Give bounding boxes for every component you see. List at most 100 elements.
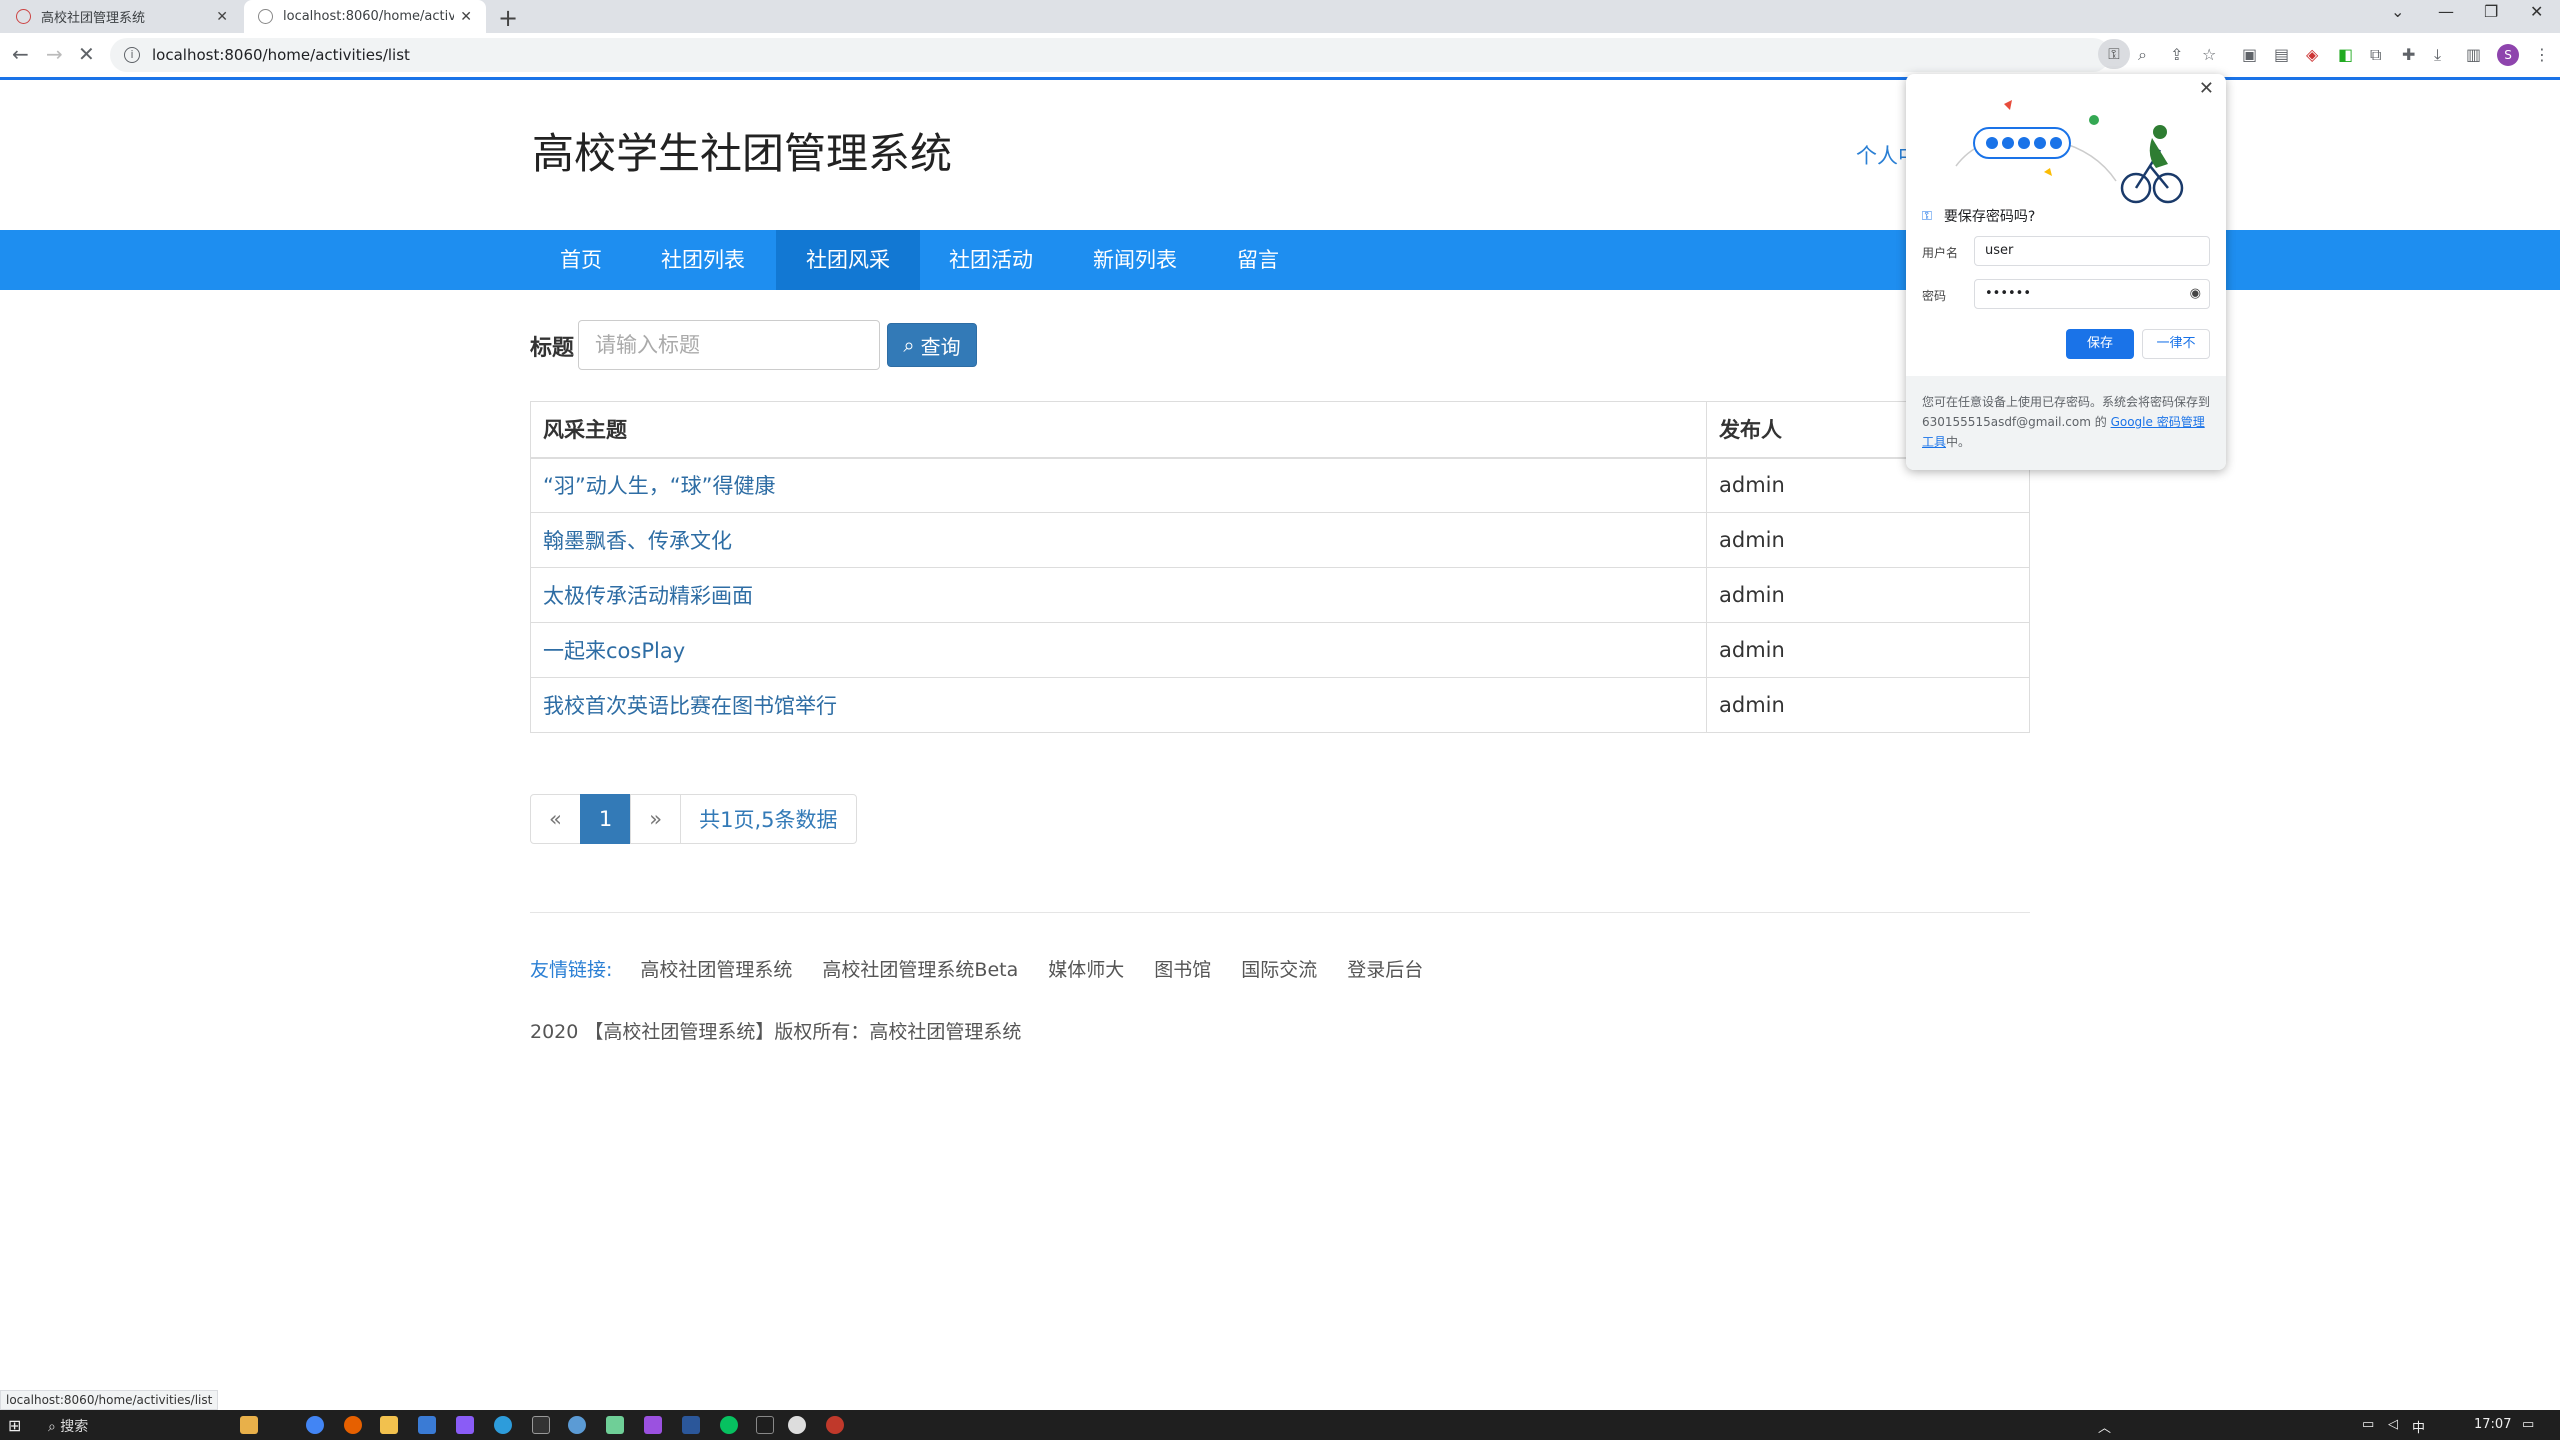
friend-link[interactable]: 国际交流: [1241, 955, 1317, 982]
address-bar[interactable]: i localhost:8060/home/activities/list: [110, 38, 2110, 72]
row-title-link[interactable]: 一起来cosPlay: [543, 639, 685, 663]
password-illustration: [1955, 100, 2184, 204]
row-title-link[interactable]: 翰墨飘香、传承文化: [543, 529, 732, 553]
copy-extension-icon[interactable]: ⧉: [2370, 45, 2381, 65]
app-icon[interactable]: [644, 1416, 662, 1434]
nav-item-club-list[interactable]: 社团列表: [640, 230, 766, 290]
row-author-cell: admin: [1706, 512, 2030, 568]
shield-extension-icon[interactable]: ◈: [2306, 45, 2318, 64]
site-info-icon[interactable]: i: [124, 47, 140, 63]
windows-start-icon[interactable]: ⊞: [8, 1416, 21, 1435]
nav-item-club-style[interactable]: 社团风采: [776, 230, 920, 290]
table-row: 一起来cosPlay admin: [530, 622, 2030, 678]
image-extension-icon[interactable]: ▤: [2274, 45, 2289, 64]
record-icon[interactable]: [826, 1416, 844, 1434]
prev-page-button[interactable]: «: [530, 794, 581, 844]
taskbar-search[interactable]: ⌕ 搜索: [48, 1416, 88, 1436]
window-close-icon[interactable]: ✕: [2530, 2, 2543, 21]
save-password-dialog: ✕ ⚿ 要保存密码吗? 用户名 user 密码 •••••• ◉ 保存 一律不 …: [1906, 74, 2226, 470]
tab-title: localhost:8060/home/activitie: [283, 9, 455, 24]
clock[interactable]: 17:07: [2474, 1417, 2511, 1432]
style-table: 风采主题 发布人 “羽”动人生，“球”得健康 admin 翰墨飘香、传承文化 a…: [530, 401, 2030, 733]
app-icon[interactable]: [494, 1416, 512, 1434]
new-tab-plus-icon[interactable]: +: [498, 4, 518, 32]
ide-icon[interactable]: [756, 1416, 774, 1434]
friend-link[interactable]: 高校社团管理系统Beta: [822, 955, 1018, 982]
friend-links-label: 友情链接:: [530, 959, 613, 981]
more-menu-icon[interactable]: ⋮: [2534, 45, 2550, 64]
side-panel-icon[interactable]: ▥: [2466, 45, 2481, 64]
taskbar-search-label: 搜索: [60, 1419, 89, 1435]
chat-icon[interactable]: [568, 1416, 586, 1434]
bookmark-star-icon[interactable]: ☆: [2202, 45, 2216, 64]
browser-tab-2[interactable]: localhost:8060/home/activitie ✕: [244, 0, 486, 33]
nav-item-home[interactable]: 首页: [540, 230, 622, 290]
friend-link[interactable]: 高校社团管理系统: [640, 955, 792, 982]
stop-loading-icon[interactable]: ✕: [78, 42, 95, 66]
row-title-cell: 翰墨飘香、传承文化: [530, 512, 1707, 568]
forward-arrow-icon[interactable]: →: [46, 42, 63, 66]
file-explorer-icon[interactable]: [380, 1416, 398, 1434]
search-button[interactable]: ⌕ 查询: [887, 323, 977, 367]
nav-item-messages[interactable]: 留言: [1216, 230, 1300, 290]
tray-chevron-icon[interactable]: ︿: [2098, 1417, 2111, 1436]
app-icon[interactable]: [788, 1416, 806, 1434]
ime-indicator[interactable]: 中: [2412, 1417, 2425, 1436]
screenshot-icon[interactable]: ▣: [2242, 45, 2257, 64]
row-title-cell: “羽”动人生，“球”得健康: [530, 457, 1707, 513]
nav-item-club-activities[interactable]: 社团活动: [928, 230, 1054, 290]
notification-icon[interactable]: ▭: [2522, 1417, 2534, 1432]
profile-avatar[interactable]: S: [2497, 44, 2519, 66]
close-tab-icon[interactable]: ✕: [460, 9, 472, 25]
firefox-icon[interactable]: [344, 1416, 362, 1434]
save-password-button[interactable]: 保存: [2066, 329, 2134, 359]
friend-links: 友情链接: 高校社团管理系统 高校社团管理系统Beta 媒体师大 图书馆 国际交…: [530, 955, 1453, 982]
site-title: 高校学生社团管理系统: [532, 129, 953, 178]
tab-search-chevron-icon[interactable]: ⌄: [2391, 2, 2404, 21]
nav-item-news-list[interactable]: 新闻列表: [1072, 230, 1198, 290]
admin-login-link[interactable]: 登录后台: [1347, 955, 1423, 982]
app-icon[interactable]: [456, 1416, 474, 1434]
word-icon[interactable]: [682, 1416, 700, 1434]
footer-divider: [530, 912, 2030, 913]
row-title-link[interactable]: 我校首次英语比赛在图书馆举行: [543, 694, 837, 718]
zoom-icon[interactable]: ⌕: [2138, 45, 2147, 65]
network-icon[interactable]: ▭: [2362, 1417, 2374, 1432]
windows-taskbar: ⊞ ⌕ 搜索 ︿ ▭ ◁ 中 17:07 ▭: [0, 1410, 2560, 1440]
browser-toolbar: ← → ✕ i localhost:8060/home/activities/l…: [0, 33, 2560, 78]
extension-icon[interactable]: ◧: [2338, 45, 2353, 64]
password-value: ••••••: [1985, 286, 2032, 301]
password-field[interactable]: •••••• ◉: [1974, 279, 2210, 309]
wechat-icon[interactable]: [720, 1416, 738, 1434]
next-page-button[interactable]: »: [630, 794, 682, 844]
minimize-icon[interactable]: —: [2438, 2, 2454, 21]
terminal-icon[interactable]: [532, 1416, 550, 1434]
title-search-input[interactable]: [578, 320, 880, 370]
share-icon[interactable]: ⇪: [2170, 45, 2183, 64]
username-field[interactable]: user: [1974, 236, 2210, 266]
row-title-link[interactable]: “羽”动人生，“球”得健康: [543, 474, 776, 498]
browser-tab-1[interactable]: 高校社团管理系统 ✕: [2, 0, 242, 33]
show-password-eye-icon[interactable]: ◉: [2190, 280, 2201, 308]
friend-link[interactable]: 图书馆: [1154, 955, 1211, 982]
footer-note-end: 中。: [1946, 435, 1971, 449]
app-icon[interactable]: [418, 1416, 436, 1434]
never-save-button[interactable]: 一律不: [2142, 329, 2210, 359]
password-key-icon[interactable]: ⚿: [2098, 39, 2130, 69]
close-icon[interactable]: ✕: [2199, 78, 2214, 99]
widgets-icon[interactable]: [240, 1416, 258, 1434]
back-arrow-icon[interactable]: ←: [12, 42, 29, 66]
page-1-button[interactable]: 1: [579, 794, 632, 844]
app-icon[interactable]: [606, 1416, 624, 1434]
row-title-link[interactable]: 太极传承活动精彩画面: [543, 584, 753, 608]
puzzle-extensions-icon[interactable]: ✚: [2402, 45, 2415, 64]
restore-icon[interactable]: ❐: [2484, 2, 2498, 21]
table-row: 我校首次英语比赛在图书馆举行 admin: [530, 677, 2030, 733]
chrome-icon[interactable]: [306, 1416, 324, 1434]
download-icon[interactable]: ⤓: [2434, 45, 2441, 65]
close-tab-icon[interactable]: ✕: [216, 9, 228, 25]
table-row: “羽”动人生，“球”得健康 admin: [530, 457, 2030, 513]
friend-link[interactable]: 媒体师大: [1048, 955, 1124, 982]
volume-icon[interactable]: ◁: [2388, 1417, 2398, 1432]
copyright-text: 2020 【高校社团管理系统】版权所有：高校社团管理系统: [530, 1021, 1022, 1043]
